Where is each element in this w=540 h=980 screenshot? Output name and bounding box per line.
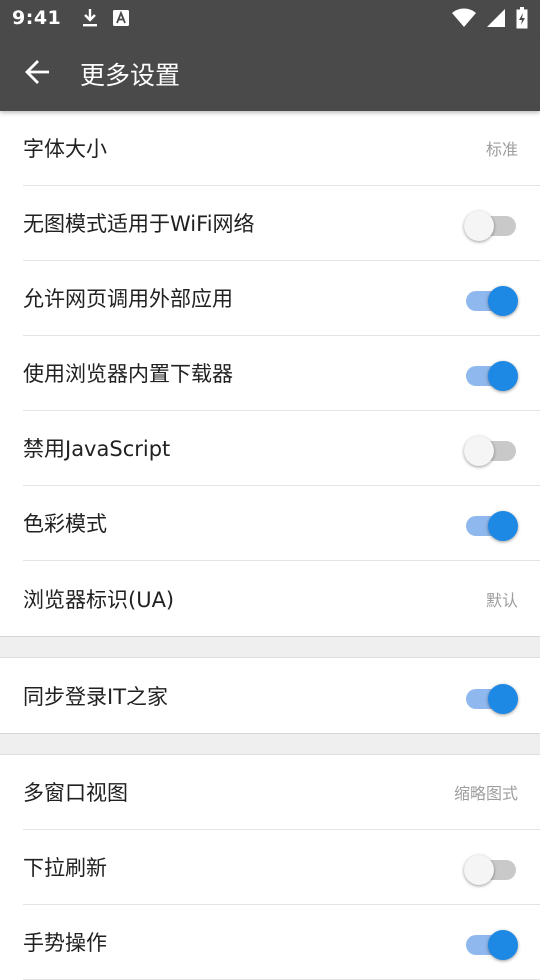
setting-no-image-wifi[interactable]: 无图模式适用于WiFi网络: [23, 186, 540, 261]
setting-pull-to-refresh[interactable]: 下拉刷新: [23, 830, 540, 905]
setting-user-agent[interactable]: 浏览器标识(UA) 默认: [23, 561, 540, 636]
battery-icon: [516, 7, 528, 29]
setting-label: 浏览器标识(UA): [23, 587, 175, 612]
setting-sync-login[interactable]: 同步登录IT之家: [23, 658, 540, 733]
toggle-switch[interactable]: [464, 208, 518, 241]
setting-color-mode[interactable]: 色彩模式: [23, 486, 540, 561]
setting-label: 无图模式适用于WiFi网络: [23, 212, 255, 236]
setting-gestures[interactable]: 手势操作: [23, 905, 540, 980]
setting-allow-external-apps[interactable]: 允许网页调用外部应用: [23, 261, 540, 336]
settings-list: 字体大小 标准 无图模式适用于WiFi网络 允许网页调用外部应用 使用浏览器内置…: [0, 111, 540, 980]
section-divider: [0, 733, 540, 755]
page-title: 更多设置: [80, 60, 181, 90]
wifi-icon: [452, 8, 476, 28]
settings-group-general: 字体大小 标准 无图模式适用于WiFi网络 允许网页调用外部应用 使用浏览器内置…: [0, 111, 540, 636]
settings-group-account: 同步登录IT之家: [0, 658, 540, 733]
status-bar: 9:41: [0, 0, 540, 36]
setting-label: 允许网页调用外部应用: [23, 287, 233, 311]
setting-label: 色彩模式: [23, 512, 107, 536]
status-time: 9:41: [12, 7, 62, 29]
toggle-switch[interactable]: [464, 508, 518, 541]
toggle-switch[interactable]: [464, 852, 518, 885]
setting-label: 手势操作: [23, 931, 107, 955]
setting-label: 使用浏览器内置下载器: [23, 362, 233, 386]
toggle-switch[interactable]: [464, 433, 518, 466]
setting-label: 字体大小: [23, 137, 107, 161]
setting-disable-javascript[interactable]: 禁用JavaScript: [23, 411, 540, 486]
toggle-switch[interactable]: [464, 927, 518, 960]
a-notification-icon: [113, 10, 130, 26]
setting-builtin-downloader[interactable]: 使用浏览器内置下载器: [23, 336, 540, 411]
back-button[interactable]: [0, 36, 76, 111]
settings-group-view: 多窗口视图 缩略图式 下拉刷新 手势操作: [0, 755, 540, 980]
setting-font-size[interactable]: 字体大小 标准: [23, 111, 540, 186]
setting-multi-window-view[interactable]: 多窗口视图 缩略图式: [23, 755, 540, 830]
toggle-switch[interactable]: [464, 358, 518, 391]
setting-label: 多窗口视图: [23, 781, 128, 805]
download-icon: [81, 8, 99, 28]
setting-label: 同步登录IT之家: [23, 684, 169, 709]
setting-label: 禁用JavaScript: [23, 437, 171, 461]
toggle-switch[interactable]: [464, 283, 518, 316]
setting-value: 标准: [485, 140, 518, 159]
app-bar: 更多设置: [0, 36, 540, 111]
setting-value: 默认: [485, 590, 518, 610]
toggle-switch[interactable]: [464, 681, 518, 714]
setting-label: 下拉刷新: [23, 856, 107, 880]
setting-value: 缩略图式: [453, 784, 518, 803]
section-divider: [0, 636, 540, 658]
arrow-left-icon: [25, 59, 51, 89]
signal-icon: [486, 8, 506, 28]
